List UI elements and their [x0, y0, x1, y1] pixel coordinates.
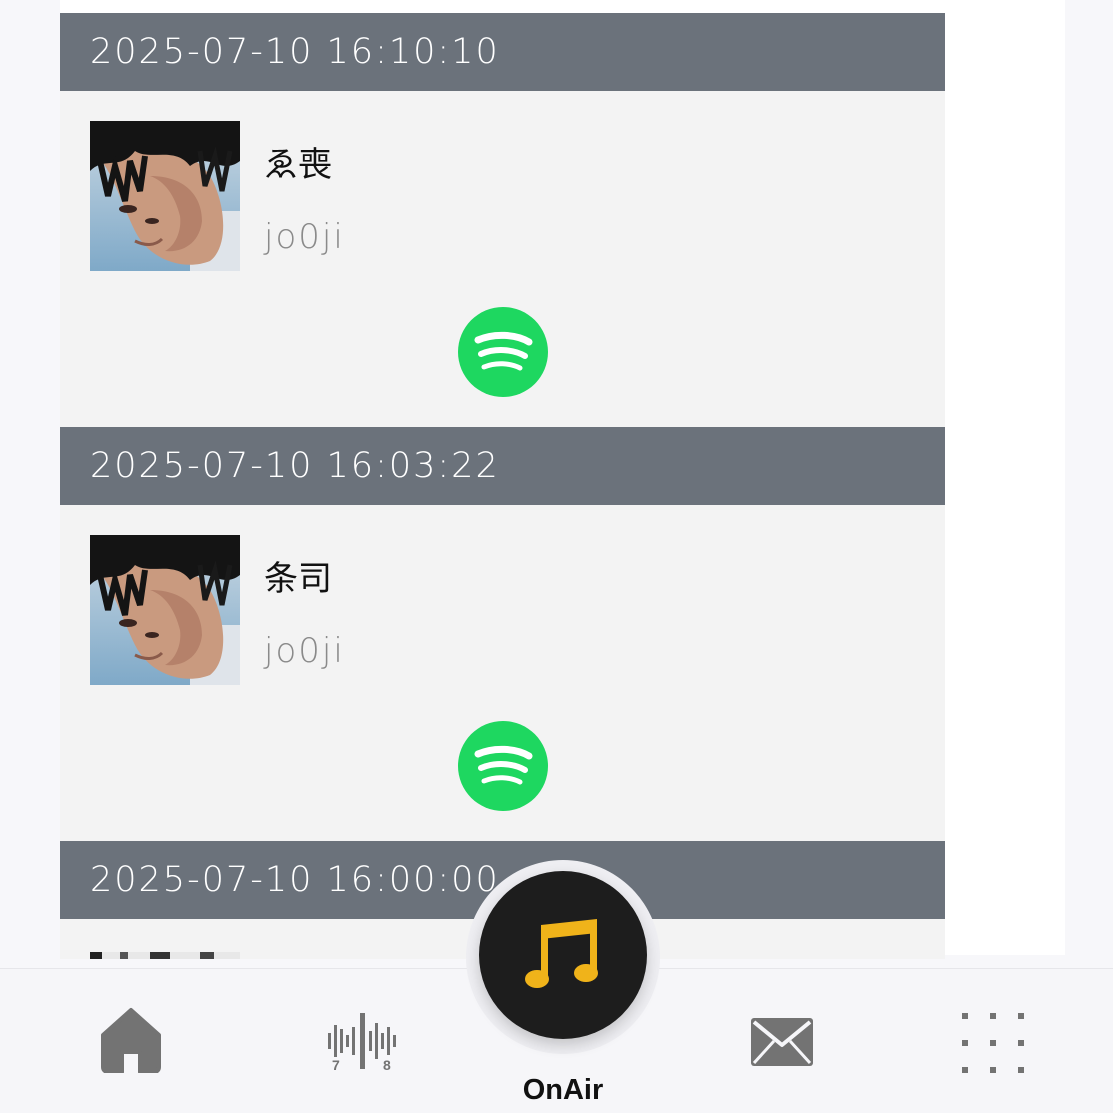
history-entry: 2025-07-10 16:10:10 ゑ喪 jo0ji [60, 13, 945, 427]
track-artist: jo0ji [264, 217, 345, 257]
music-note-icon [523, 915, 603, 1000]
program-caption-right: 8 [383, 1057, 391, 1073]
home-icon [100, 1008, 162, 1077]
onair-button[interactable] [479, 871, 647, 1039]
nav-program[interactable]: 7 8 [326, 1011, 398, 1082]
album-cover [90, 121, 240, 271]
track-title: 条司 [264, 559, 332, 599]
entry-card: ゑ喪 jo0ji [60, 91, 945, 427]
grid-dots-icon [960, 1013, 1026, 1079]
nav-menu[interactable] [960, 1011, 1026, 1080]
nav-home[interactable] [100, 1007, 162, 1078]
entry-card: 条司 jo0ji [60, 505, 945, 841]
program-caption-left: 7 [332, 1057, 340, 1073]
track-title: ゑ喪 [264, 145, 332, 185]
mail-icon [750, 1018, 814, 1071]
entry-timestamp: 2025-07-10 16:03:22 [60, 427, 945, 505]
entry-timestamp: 2025-07-10 16:10:10 [60, 13, 945, 91]
album-cover [90, 535, 240, 685]
nav-mail[interactable] [750, 1017, 814, 1072]
spotify-icon[interactable] [458, 721, 548, 811]
track-artist: jo0ji [264, 631, 345, 671]
spotify-icon[interactable] [458, 307, 548, 397]
history-entry: 2025-07-10 16:03:22 条司 jo0ji [60, 427, 945, 841]
album-cover [90, 949, 240, 959]
onair-label: OnAir [522, 1074, 604, 1106]
onair-history-list: 2025-07-10 16:10:10 ゑ喪 jo0ji 2025-07-10 … [60, 13, 945, 959]
